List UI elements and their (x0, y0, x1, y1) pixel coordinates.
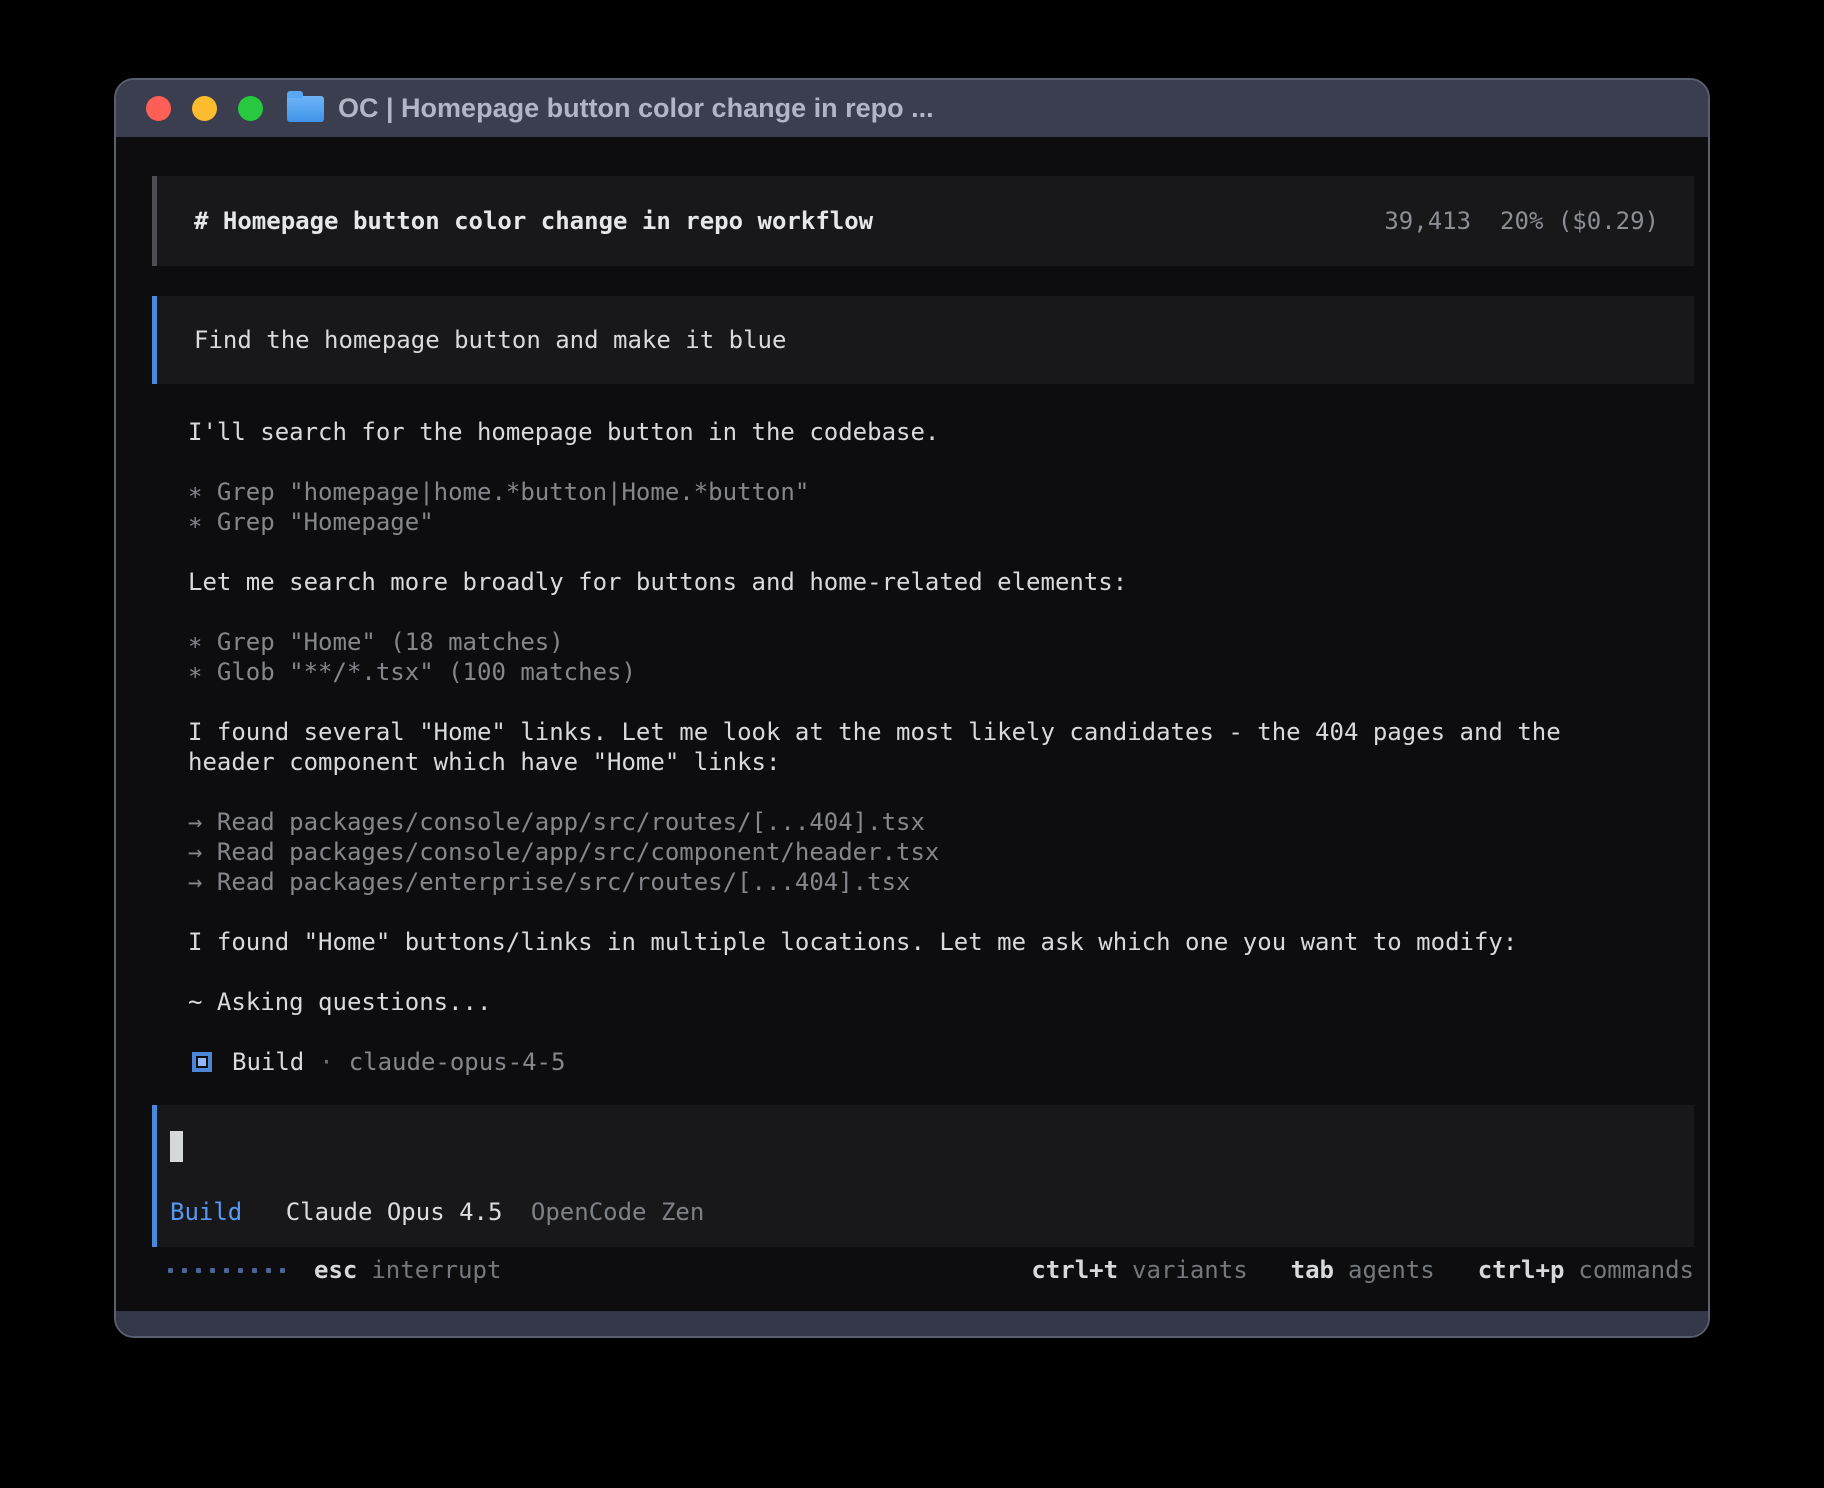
key-tab: tab (1291, 1256, 1334, 1284)
session-title: # Homepage button color change in repo w… (194, 207, 873, 235)
tool-call-read: → Read packages/console/app/src/routes/[… (188, 807, 1652, 837)
label-agents: agents (1348, 1256, 1435, 1284)
key-esc: esc (314, 1256, 357, 1284)
status-bar: escinterrupt ctrl+tvariantstabagentsctrl… (152, 1255, 1694, 1285)
agent-model: claude-opus-4-5 (349, 1047, 566, 1077)
close-button[interactable] (146, 96, 171, 121)
titlebar[interactable]: OC | Homepage button color change in rep… (116, 80, 1708, 137)
session-header: # Homepage button color change in repo w… (152, 176, 1694, 266)
token-count: 39,413 (1384, 207, 1471, 235)
interrupt-hint: esc interrupt (285, 1256, 501, 1284)
assistant-text: Let me search more broadly for buttons a… (188, 567, 1652, 597)
arrow-right-icon: → (188, 868, 202, 896)
model-label[interactable]: Claude Opus 4.5 (286, 1198, 503, 1226)
tool-call-read: → Read packages/console/app/src/componen… (188, 837, 1652, 867)
agent-mode-label[interactable]: Build (170, 1198, 242, 1226)
terminal-content: # Homepage button color change in repo w… (116, 137, 1708, 1311)
blank-line (188, 537, 1652, 567)
context-usage: 20% ($0.29) (1500, 207, 1659, 235)
terminal-window: OC | Homepage button color change in rep… (114, 78, 1710, 1338)
minimize-button[interactable] (192, 96, 217, 121)
hint-commands: ctrl+p commands (1478, 1256, 1694, 1284)
blank-line (188, 687, 1652, 717)
asterisk-tool-icon: ∗ (188, 508, 202, 536)
assistant-text: I found several "Home" links. Let me loo… (188, 717, 1652, 777)
blank-line (188, 777, 1652, 807)
traffic-lights (146, 96, 263, 121)
assistant-text: I'll search for the homepage button in t… (188, 417, 1652, 447)
folder-icon (287, 96, 324, 122)
blank-line (188, 897, 1652, 927)
arrow-right-icon: → (188, 838, 202, 866)
hint-variants: ctrl+t variants (1031, 1256, 1247, 1284)
label-commands: commands (1578, 1256, 1694, 1284)
assistant-transcript: I'll search for the homepage button in t… (188, 417, 1652, 1077)
spinner-dots-icon (168, 1268, 285, 1273)
blank-line (188, 447, 1652, 477)
fullscreen-button[interactable] (238, 96, 263, 121)
agent-name: Build (232, 1047, 304, 1077)
tool-call-grep: ∗ Grep "Home" (18 matches) (188, 627, 1652, 657)
asterisk-tool-icon: ∗ (188, 628, 202, 656)
blank-line (188, 1017, 1652, 1047)
status-left: esc interrupt (152, 1256, 501, 1284)
tool-call-glob: ∗ Glob "**/*.tsx" (100 matches) (188, 657, 1652, 687)
window-bottom-edge (116, 1311, 1708, 1336)
tool-call-grep: ∗ Grep "Homepage" (188, 507, 1652, 537)
label-interrupt: interrupt (371, 1256, 501, 1284)
agent-status-line: Build · claude-opus-4-5 (188, 1047, 1652, 1077)
text-cursor (170, 1131, 183, 1162)
assistant-text: I found "Home" buttons/links in multiple… (188, 927, 1652, 957)
blank-line (188, 957, 1652, 987)
hint-interrupt: esc interrupt (314, 1256, 501, 1284)
tool-call-read: → Read packages/enterprise/src/routes/[.… (188, 867, 1652, 897)
arrow-right-icon: → (188, 808, 202, 836)
key-ctrl+p: ctrl+p (1478, 1256, 1565, 1284)
user-message-text: Find the homepage button and make it blu… (194, 326, 786, 354)
prompt-editor[interactable]: Build Claude Opus 4.5 OpenCode Zen (152, 1105, 1694, 1247)
asterisk-tool-icon: ∗ (188, 478, 202, 506)
tool-call-grep: ∗ Grep "homepage|home.*button|Home.*butt… (188, 477, 1652, 507)
label-variants: variants (1132, 1256, 1248, 1284)
key-ctrl+t: ctrl+t (1031, 1256, 1118, 1284)
hint-agents: tab agents (1291, 1256, 1435, 1284)
provider-label: OpenCode Zen (531, 1198, 704, 1226)
session-stats: 39,413 20% ($0.29) (1384, 207, 1659, 235)
keyboard-hints: ctrl+t variants tab agents ctrl+p commands (988, 1256, 1694, 1284)
assistant-text: ~ Asking questions... (188, 987, 1652, 1017)
window-title: OC | Homepage button color change in rep… (338, 93, 934, 124)
prompt-footer: Build Claude Opus 4.5 OpenCode Zen (170, 1197, 1694, 1227)
user-message-block: Find the homepage button and make it blu… (152, 296, 1694, 384)
agent-build-icon (192, 1052, 212, 1072)
separator-dot: · (319, 1047, 333, 1077)
blank-line (188, 597, 1652, 627)
asterisk-tool-icon: ∗ (188, 658, 202, 686)
